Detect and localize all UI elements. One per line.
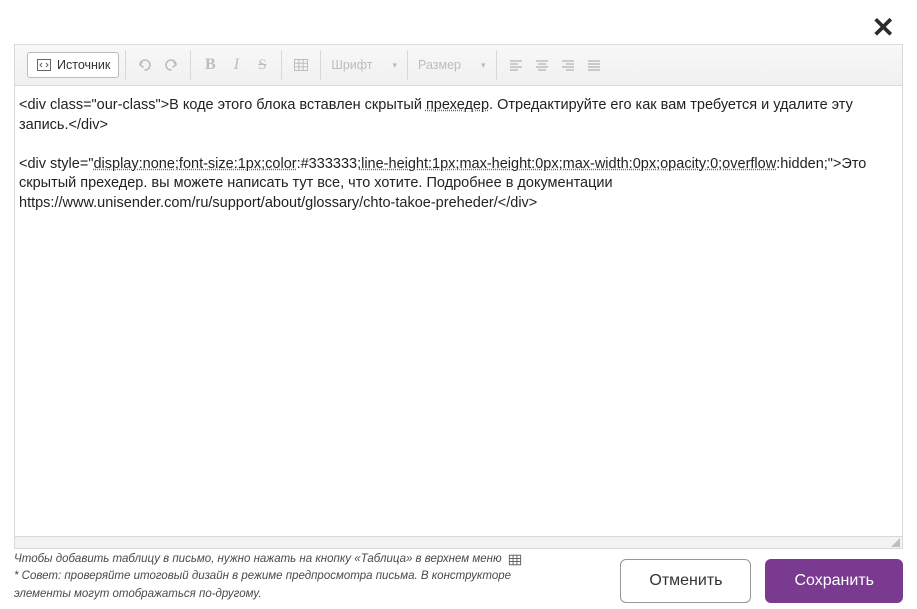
table-icon (293, 57, 309, 73)
chevron-down-icon: ▾ (481, 60, 486, 71)
redo-button[interactable] (158, 52, 184, 78)
undo-icon (136, 56, 154, 74)
font-select[interactable]: Шрифт ▾ (327, 58, 401, 72)
align-left-icon (508, 57, 524, 73)
editor-toolbar: Источник B (15, 45, 902, 86)
size-select-label: Размер (418, 58, 461, 72)
editor-footer: Чтобы добавить таблицу в письмо, нужно н… (14, 551, 903, 603)
toolbar-group-format: B I S (191, 50, 282, 80)
font-select-label: Шрифт (331, 58, 372, 72)
toolbar-group-align (497, 50, 613, 80)
toolbar-group-history (126, 50, 191, 80)
close-icon[interactable]: ✕ (872, 14, 895, 42)
cancel-button[interactable]: Отменить (620, 559, 751, 603)
table-button[interactable] (288, 52, 314, 78)
hint-preview: * Совет: проверяйте итоговый дизайн в ре… (14, 568, 554, 603)
toolbar-group-font: Шрифт ▾ (321, 50, 408, 80)
toolbar-group-source: Источник (21, 50, 126, 80)
italic-button[interactable]: I (223, 52, 249, 78)
bold-icon: B (205, 56, 216, 74)
bold-button[interactable]: B (197, 52, 223, 78)
editor-modal: ✕ Источник (0, 0, 917, 609)
size-select[interactable]: Размер ▾ (414, 58, 490, 72)
align-right-icon (560, 57, 576, 73)
align-left-button[interactable] (503, 52, 529, 78)
align-center-button[interactable] (529, 52, 555, 78)
editor-container: Источник B (14, 44, 903, 549)
toolbar-group-table (282, 50, 321, 80)
source-button[interactable]: Источник (27, 52, 119, 78)
save-button[interactable]: Сохранить (765, 559, 903, 603)
italic-icon: I (234, 56, 239, 74)
strikethrough-icon: S (258, 57, 266, 74)
align-right-button[interactable] (555, 52, 581, 78)
source-code-icon (36, 57, 52, 73)
hint-table: Чтобы добавить таблицу в письмо, нужно н… (14, 551, 502, 568)
footer-buttons: Отменить Сохранить (620, 551, 903, 603)
chevron-down-icon: ▾ (393, 60, 398, 71)
strike-button[interactable]: S (249, 52, 275, 78)
resize-handle[interactable] (15, 536, 902, 548)
footer-hints: Чтобы добавить таблицу в письмо, нужно н… (14, 551, 554, 603)
toolbar-group-size: Размер ▾ (408, 50, 497, 80)
table-icon (508, 553, 522, 567)
align-justify-icon (586, 57, 602, 73)
align-justify-button[interactable] (581, 52, 607, 78)
align-center-icon (534, 57, 550, 73)
source-button-label: Источник (57, 58, 110, 72)
redo-icon (162, 56, 180, 74)
source-textarea[interactable]: <div class="our-class">В коде этого блок… (15, 86, 902, 536)
undo-button[interactable] (132, 52, 158, 78)
